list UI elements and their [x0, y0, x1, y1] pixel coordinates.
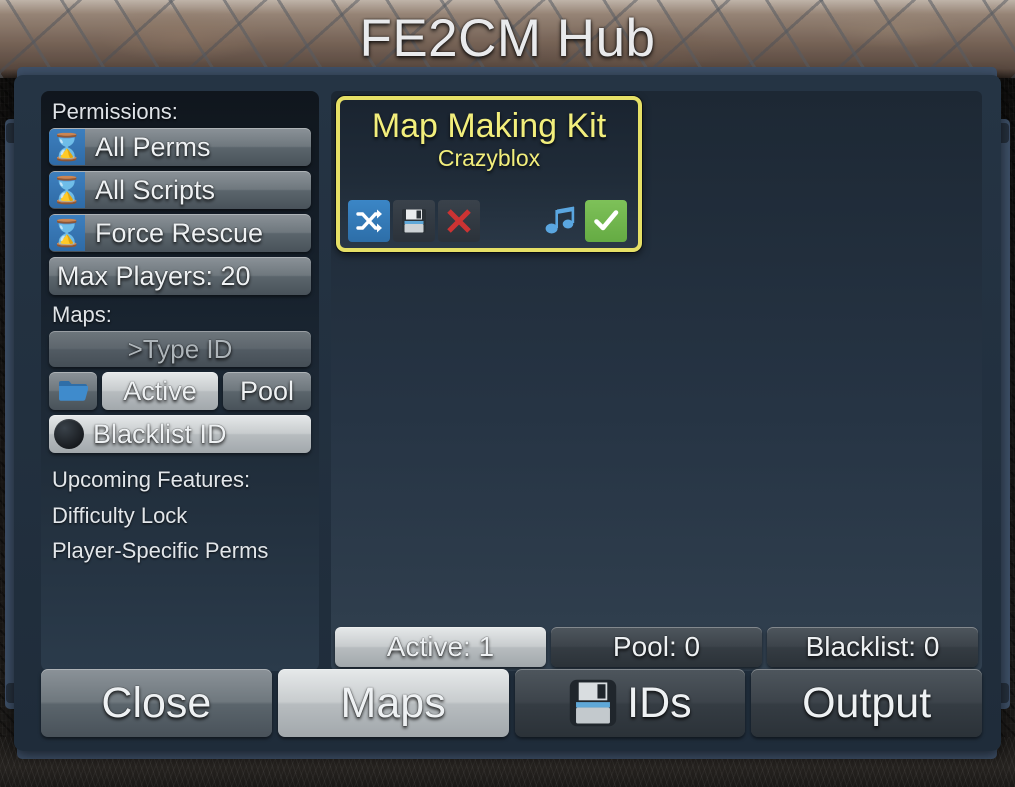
nav-ids-button[interactable]: IDs	[514, 669, 746, 737]
blacklist-id-label: Blacklist ID	[93, 418, 227, 449]
nav-ids-label: IDs	[627, 678, 692, 727]
page-title: FE2CM Hub	[359, 9, 656, 68]
map-card-author: Crazyblox	[437, 145, 541, 171]
music-button[interactable]	[540, 200, 582, 242]
permission-button-force-rescue[interactable]: ⌛ Force Rescue	[49, 214, 311, 252]
permission-label: Force Rescue	[95, 217, 264, 248]
bottom-navigation: Close Maps IDs Output	[41, 669, 982, 737]
music-note-icon	[545, 206, 575, 234]
tab-active-label: Active	[123, 375, 197, 406]
save-floppy-icon	[402, 209, 426, 233]
confirm-button[interactable]	[585, 200, 627, 242]
status-pool-label: Pool: 0	[612, 631, 701, 662]
permission-label: All Scripts	[95, 174, 216, 205]
save-button[interactable]	[393, 200, 435, 242]
upcoming-features-heading: Upcoming Features:	[52, 467, 251, 492]
permission-label: All Perms	[95, 131, 211, 162]
delete-button[interactable]	[438, 200, 480, 242]
nav-maps-label: Maps	[340, 678, 446, 727]
shuffle-icon	[356, 209, 382, 233]
content-area: Permissions: ⌛ All Perms ⌛ All Scripts ⌛…	[41, 91, 982, 671]
folder-button[interactable]	[49, 372, 97, 410]
map-status-bar: Active: 1 Pool: 0 Blacklist: 0	[335, 627, 978, 667]
status-active-label: Active: 1	[386, 631, 495, 662]
map-list-panel[interactable]: Map Making Kit Crazyblox Active: 1 Pool:…	[331, 91, 982, 671]
tab-active[interactable]: Active	[102, 372, 218, 410]
map-card[interactable]: Map Making Kit Crazyblox	[336, 96, 642, 252]
nav-maps-button[interactable]: Maps	[277, 669, 509, 737]
nav-close-label: Close	[101, 678, 212, 727]
shuffle-button[interactable]	[348, 200, 390, 242]
status-blacklist[interactable]: Blacklist: 0	[767, 627, 978, 667]
confirm-check-icon	[594, 210, 619, 231]
map-card-title: Map Making Kit	[371, 107, 607, 145]
status-pool[interactable]: Pool: 0	[551, 627, 762, 667]
delete-x-icon	[447, 209, 471, 233]
hourglass-icon: ⌛	[49, 172, 85, 208]
permission-button-all-perms[interactable]: ⌛ All Perms	[49, 128, 311, 166]
maps-tab-row: Active Pool	[49, 372, 311, 410]
upcoming-features-list: Upcoming Features: Difficulty Lock Playe…	[49, 462, 311, 569]
main-window: Permissions: ⌛ All Perms ⌛ All Scripts ⌛…	[5, 67, 1010, 759]
hourglass-icon: ⌛	[49, 215, 85, 251]
nav-output-button[interactable]: Output	[751, 669, 982, 737]
hourglass-icon: ⌛	[49, 129, 85, 165]
tab-pool-label: Pool	[239, 375, 295, 406]
nav-output-label: Output	[802, 678, 932, 727]
status-active[interactable]: Active: 1	[335, 627, 546, 667]
max-players-button[interactable]: Max Players: 20	[49, 257, 311, 295]
window-body: Permissions: ⌛ All Perms ⌛ All Scripts ⌛…	[14, 75, 1001, 751]
sidebar-panel: Permissions: ⌛ All Perms ⌛ All Scripts ⌛…	[41, 91, 319, 671]
max-players-label: Max Players: 20	[57, 260, 251, 291]
permission-button-all-scripts[interactable]: ⌛ All Scripts	[49, 171, 311, 209]
permissions-heading: Permissions:	[52, 99, 178, 124]
nav-close-button[interactable]: Close	[41, 669, 272, 737]
upcoming-feature-item: Player-Specific Perms	[52, 538, 269, 564]
floppy-disk-icon	[569, 679, 617, 727]
type-id-placeholder: >Type ID	[127, 333, 233, 364]
black-circle-icon	[54, 419, 84, 449]
blacklist-id-button[interactable]: Blacklist ID	[49, 415, 311, 453]
type-id-input[interactable]: >Type ID	[49, 331, 311, 367]
status-blacklist-label: Blacklist: 0	[805, 631, 940, 662]
maps-heading: Maps:	[52, 302, 112, 327]
tab-pool[interactable]: Pool	[223, 372, 311, 410]
upcoming-feature-item: Difficulty Lock	[52, 502, 188, 528]
map-card-actions	[348, 200, 630, 242]
folder-icon	[59, 381, 88, 401]
